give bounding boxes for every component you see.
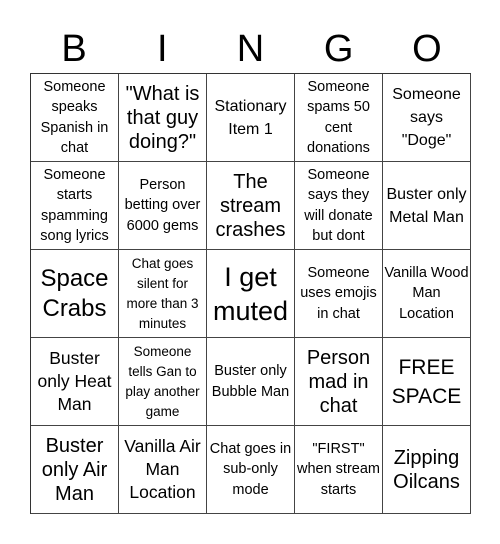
header-letter-i: I [157, 28, 168, 70]
free-space-cell[interactable]: FREE SPACE [383, 338, 471, 426]
bingo-cell[interactable]: Buster only Metal Man [383, 162, 471, 250]
bingo-cell[interactable]: Someone speaks Spanish in chat [31, 74, 119, 162]
bingo-cell[interactable]: Someone starts spamming song lyrics [31, 162, 119, 250]
cell-text: Someone tells Gan to play another game [125, 343, 200, 419]
cell-text: Vanilla Wood Man Location [384, 264, 469, 322]
bingo-cell[interactable]: The stream crashes [207, 162, 295, 250]
bingo-cell[interactable]: Vanilla Wood Man Location [383, 250, 471, 338]
bingo-cell[interactable]: Someone says they will donate but dont [295, 162, 383, 250]
bingo-cell[interactable]: Chat goes in sub-only mode [207, 426, 295, 514]
bingo-cell[interactable]: Space Crabs [31, 250, 119, 338]
cell-text: The stream crashes [215, 170, 286, 241]
bingo-cell[interactable]: Someone says "Doge" [383, 74, 471, 162]
cell-text: Chat goes in sub-only mode [209, 440, 292, 498]
cell-text: Zipping Oilcans [393, 446, 460, 493]
bingo-cell[interactable]: Chat goes silent for more than 3 minutes [119, 250, 207, 338]
cell-text: Buster only Air Man [41, 434, 108, 505]
bingo-cell[interactable]: Vanilla Air Man Location [119, 426, 207, 514]
cell-text: Someone starts spamming song lyrics [40, 166, 109, 245]
bingo-cell[interactable]: Someone uses emojis in chat [295, 250, 383, 338]
bingo-cell[interactable]: Person betting over 6000 gems [119, 162, 207, 250]
cell-text: Someone uses emojis in chat [300, 264, 377, 322]
header-letter-n: N [236, 28, 265, 70]
cell-text: Vanilla Air Man Location [124, 436, 201, 502]
cell-text: Buster only Heat Man [37, 348, 112, 414]
bingo-cell[interactable]: Buster only Bubble Man [207, 338, 295, 426]
header-letter-b: B [61, 28, 87, 70]
bingo-cell[interactable]: Zipping Oilcans [383, 426, 471, 514]
cell-text: Chat goes silent for more than 3 minutes [126, 255, 199, 331]
bingo-cell[interactable]: "What is that guy doing?" [119, 74, 207, 162]
cell-text: Stationary Item 1 [214, 97, 287, 138]
cell-text: Someone spams 50 cent donations [307, 78, 370, 157]
bingo-cell[interactable]: I get muted [207, 250, 295, 338]
cell-text: Someone speaks Spanish in chat [40, 78, 109, 157]
cell-text: FREE SPACE [391, 355, 462, 408]
header-letter-o: O [412, 28, 442, 70]
bingo-header: B I N G O [30, 25, 471, 73]
cell-text: "What is that guy doing?" [125, 82, 200, 153]
bingo-cell[interactable]: Someone spams 50 cent donations [295, 74, 383, 162]
bingo-cell[interactable]: Stationary Item 1 [207, 74, 295, 162]
cell-text: Someone says they will donate but dont [304, 166, 373, 245]
cell-text: Buster only Metal Man [386, 185, 467, 226]
bingo-cell[interactable]: Someone tells Gan to play another game [119, 338, 207, 426]
cell-text: Person betting over 6000 gems [124, 176, 201, 234]
bingo-cell[interactable]: Person mad in chat [295, 338, 383, 426]
header-letter-g: G [323, 28, 354, 70]
bingo-cell[interactable]: Buster only Air Man [31, 426, 119, 514]
cell-text: I get muted [212, 261, 289, 326]
cell-text: "FIRST" when stream starts [296, 440, 380, 498]
bingo-cell[interactable]: Buster only Heat Man [31, 338, 119, 426]
cell-text: Someone says "Doge" [392, 86, 461, 149]
cell-text: Space Crabs [40, 264, 109, 322]
cell-text: Person mad in chat [306, 346, 371, 417]
cell-text: Buster only Bubble Man [211, 363, 290, 400]
bingo-cell[interactable]: "FIRST" when stream starts [295, 426, 383, 514]
bingo-card: Someone speaks Spanish in chat "What is … [30, 73, 471, 514]
